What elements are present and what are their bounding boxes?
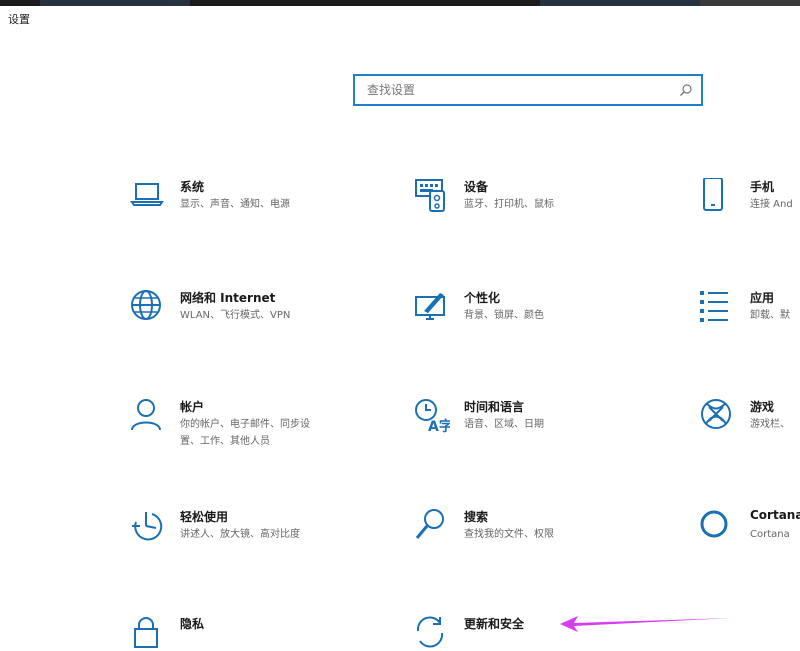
search-icon[interactable]	[679, 83, 693, 97]
tile-name: 更新和安全	[464, 617, 525, 631]
tile-name: 设备	[464, 180, 489, 194]
search-input[interactable]	[355, 76, 675, 104]
tile-desc: 显示、声音、通知、电源	[180, 199, 290, 210]
svg-text:A字: A字	[428, 418, 450, 434]
tile-desc: 卸载、默	[750, 310, 790, 321]
ease-of-access-icon	[132, 512, 163, 541]
tile-name: 时间和语言	[464, 400, 525, 414]
tile-accounts[interactable]: 帐户 你的帐户、电子邮件、同步设 置、工作、其他人员	[130, 398, 370, 454]
tile-desc: Cortana	[750, 529, 790, 540]
tile-name: 轻松使用	[180, 510, 229, 524]
tile-desc: 游戏栏、	[750, 419, 790, 430]
tile-name: 网络和 Internet	[180, 291, 276, 305]
tile-name: 隐私	[180, 617, 205, 631]
tile-update-security[interactable]: 更新和安全	[414, 615, 574, 648]
tile-apps[interactable]: 应用 卸载、默	[700, 289, 800, 333]
tile-name: 应用	[750, 291, 775, 305]
globe-icon	[131, 290, 161, 320]
tile-name: 游戏	[750, 400, 775, 414]
tile-name: 个性化	[464, 291, 501, 305]
tile-name: 帐户	[180, 400, 205, 414]
phone-icon	[703, 178, 723, 211]
tile-phone[interactable]: 手机 连接 And	[700, 178, 800, 222]
tile-devices[interactable]: 设备 蓝牙、打印机、鼠标	[414, 178, 634, 222]
tile-desc: 你的帐户、电子邮件、同步设 置、工作、其他人员	[180, 416, 310, 450]
cortana-icon	[700, 510, 728, 538]
tile-system[interactable]: 系统 显示、声音、通知、电源	[130, 178, 350, 222]
tile-privacy[interactable]: 隐私	[130, 615, 350, 648]
keyboard-device-icon	[415, 179, 445, 212]
tile-desc: 语音、区域、日期	[464, 419, 544, 430]
top-bezel-segment	[540, 0, 700, 6]
xbox-icon	[701, 399, 731, 429]
paint-monitor-icon	[415, 293, 445, 320]
tile-name: 搜索	[464, 510, 489, 524]
tile-search[interactable]: 搜索 查找我的文件、权限	[414, 508, 634, 552]
tile-personalization[interactable]: 个性化 背景、锁屏、颜色	[414, 289, 634, 333]
time-language-icon: A字	[415, 399, 450, 434]
tile-desc: 背景、锁屏、颜色	[464, 310, 544, 321]
tile-desc: 讲述人、放大镜、高对比度	[180, 529, 300, 540]
tile-desc-line: 你的帐户、电子邮件、同步设	[180, 419, 310, 430]
laptop-icon	[130, 183, 164, 206]
tile-desc-line: 置、工作、其他人员	[180, 436, 270, 447]
tile-desc: 蓝牙、打印机、鼠标	[464, 199, 554, 210]
top-bezel-segment	[40, 0, 190, 6]
search-icon	[415, 509, 444, 539]
tile-gaming[interactable]: 游戏 游戏栏、	[700, 398, 800, 442]
tile-time-language[interactable]: A字 时间和语言 语音、区域、日期	[414, 398, 634, 442]
tile-name: 系统	[180, 180, 205, 194]
tile-network[interactable]: 网络和 Internet WLAN、飞行模式、VPN	[130, 289, 350, 333]
app-list-icon	[700, 291, 728, 322]
tile-desc: 查找我的文件、权限	[464, 529, 554, 540]
top-bezel	[0, 0, 800, 6]
tile-name: Cortana	[750, 508, 800, 522]
annotation-arrow	[560, 616, 732, 632]
person-icon	[131, 399, 161, 431]
window-title: 设置	[8, 13, 30, 26]
top-bezel-segment	[700, 0, 800, 6]
tile-desc: WLAN、飞行模式、VPN	[180, 310, 291, 321]
search-box[interactable]	[353, 74, 703, 106]
tile-ease-of-access[interactable]: 轻松使用 讲述人、放大镜、高对比度	[130, 508, 350, 552]
update-icon	[416, 616, 444, 648]
lock-icon	[134, 617, 158, 648]
tile-name: 手机	[750, 180, 775, 194]
tile-desc: 连接 And	[750, 199, 793, 210]
tile-cortana[interactable]: Cortana Cortana	[700, 508, 800, 552]
